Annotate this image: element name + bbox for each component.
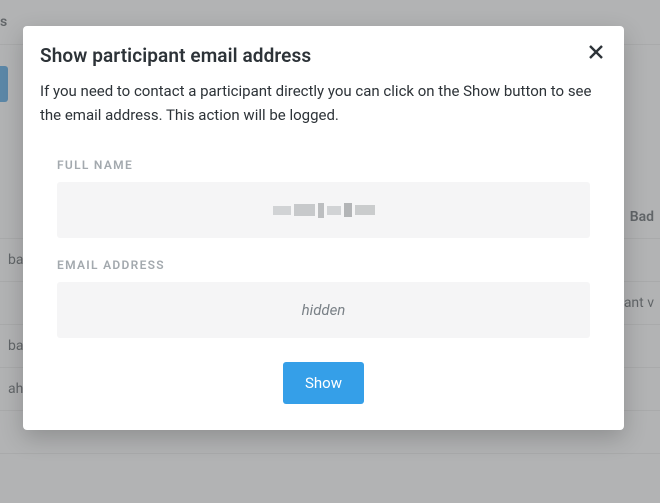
email-label: EMAIL ADDRESS — [57, 258, 590, 272]
full-name-label: FULL NAME — [57, 158, 590, 172]
show-button[interactable]: Show — [283, 362, 364, 404]
email-hidden-text: hidden — [302, 301, 346, 319]
modal-header: Show participant email address — [40, 44, 607, 69]
redacted-placeholder-icon — [273, 201, 375, 219]
email-field-group: EMAIL ADDRESS hidden — [40, 258, 607, 338]
close-icon — [588, 48, 604, 63]
email-value: hidden — [57, 282, 590, 338]
full-name-field-group: FULL NAME — [40, 158, 607, 238]
show-email-modal: Show participant email address If you ne… — [23, 26, 624, 430]
modal-actions: Show — [40, 362, 607, 404]
full-name-value-redacted — [57, 182, 590, 238]
modal-title: Show participant email address — [40, 44, 311, 69]
modal-description: If you need to contact a participant dir… — [40, 79, 607, 129]
close-button[interactable] — [582, 42, 610, 64]
